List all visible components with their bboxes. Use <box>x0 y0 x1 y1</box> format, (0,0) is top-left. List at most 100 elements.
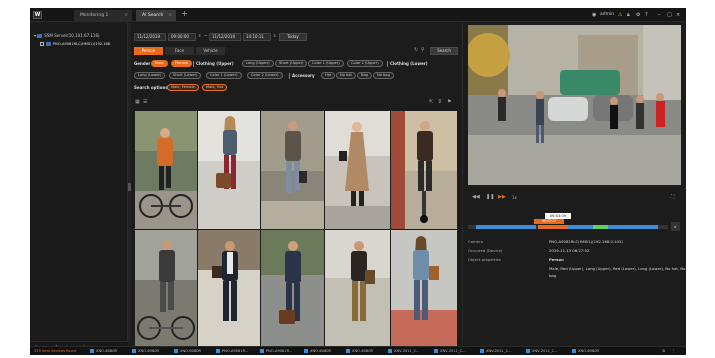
minimize-icon[interactable]: – <box>658 10 661 20</box>
device-checkbox[interactable] <box>40 42 44 46</box>
export-icon[interactable]: ⇱ <box>429 99 433 105</box>
spinner-icon[interactable]: ⇕ <box>198 33 201 38</box>
result-thumb-2[interactable] <box>198 111 260 229</box>
close-tab-icon[interactable]: × <box>168 10 172 21</box>
detail-panel: ◀◀ ❚❚ ▶▶ 1x ⛶ 06:03:09 08:43:22 ▸ Camera… <box>462 23 686 341</box>
spinner-icon[interactable]: ⇕ <box>273 33 276 38</box>
close-tab-icon[interactable]: × <box>124 10 128 21</box>
from-time-input[interactable]: 09:00:00 <box>168 33 196 41</box>
results-grid <box>135 111 457 351</box>
result-thumb-4[interactable] <box>325 111 390 229</box>
thumbnail-image <box>135 111 197 229</box>
long-upper-chip[interactable]: Long (Upper) <box>242 60 274 67</box>
video-frame <box>468 25 681 185</box>
server-label: SSM Server(10.101.67.116) <box>44 33 100 38</box>
result-thumb-7[interactable] <box>198 230 260 351</box>
result-thumb-1[interactable] <box>135 111 197 229</box>
option-chip-male-hat[interactable]: Male, Hat <box>202 84 228 91</box>
divider <box>387 61 388 67</box>
long-lower-chip[interactable]: Long (Lower) <box>134 72 166 79</box>
search-settings-icon[interactable]: ⚲ <box>421 47 425 53</box>
tab-monitoring[interactable]: Monitoring 1 × <box>74 10 132 21</box>
thumbnail-image <box>325 111 390 229</box>
color1-lower-chip[interactable]: Color 1 (Lower) <box>206 72 242 79</box>
status-item[interactable]: PNO-A9081R... <box>260 348 292 354</box>
status-item[interactable]: XNO-6080R <box>132 348 159 354</box>
status-item[interactable]: XNV-2011_C... <box>526 348 558 354</box>
camera-icon <box>216 349 220 353</box>
status-bar: 359 item devices found XNO-6080R XNO-608… <box>30 346 686 355</box>
short-upper-chip[interactable]: Short (Upper) <box>275 60 308 67</box>
fullscreen-icon[interactable]: ⛶ <box>671 194 675 200</box>
status-item[interactable]: XNO-6080R <box>90 348 117 354</box>
result-thumb-5[interactable] <box>391 111 457 229</box>
result-thumb-3[interactable] <box>261 111 324 229</box>
gender-male-chip[interactable]: Male <box>151 60 168 67</box>
status-item[interactable]: XNV-2011_C... <box>434 348 466 354</box>
status-item[interactable]: PNO-A9081R... <box>216 348 248 354</box>
more-icon[interactable]: ⋮ <box>672 348 676 354</box>
status-item-label: XNO-6080R <box>180 349 202 353</box>
status-item[interactable]: XNV-2011_C... <box>388 348 420 354</box>
short-lower-chip[interactable]: Short (Lower) <box>169 72 202 79</box>
to-date-input[interactable]: 11/12/2019 <box>209 33 241 41</box>
lock-icon[interactable]: 🔒︎ <box>627 10 630 20</box>
add-tab-icon[interactable]: + <box>181 9 188 18</box>
status-item[interactable]: XNO-6080R <box>304 348 331 354</box>
tab-ai-search[interactable]: AI Search × <box>136 10 176 21</box>
color1-upper-chip[interactable]: Color 1 (Upper) <box>308 60 344 67</box>
help-icon[interactable]: ? <box>645 10 648 20</box>
category-person[interactable]: Person <box>134 47 163 55</box>
result-thumb-6[interactable] <box>135 230 197 351</box>
search-button[interactable]: Search <box>430 47 458 55</box>
grid-view-icon[interactable]: ▦ <box>135 99 140 105</box>
close-icon[interactable]: × <box>676 10 680 20</box>
list-view-icon[interactable]: ☰ <box>143 99 147 105</box>
video-player[interactable] <box>468 25 681 185</box>
category-face[interactable]: Face <box>165 47 194 55</box>
color2-upper-chip[interactable]: Color 2 (Upper) <box>347 60 383 67</box>
refresh-icon[interactable]: ↻ <box>414 47 418 53</box>
no-hat-chip[interactable]: No hat <box>336 72 356 79</box>
status-item[interactable]: XNO-6080R <box>572 348 599 354</box>
settings-icon[interactable]: ⚙ <box>636 10 640 20</box>
fast-forward-icon[interactable]: ▶▶ <box>498 194 506 200</box>
timeline-next-icon[interactable]: ▸ <box>671 222 680 231</box>
category-vehicle[interactable]: Vehicle <box>196 47 225 55</box>
thumbnail-image <box>261 111 324 229</box>
playback-timeline[interactable]: 06:03:09 08:43:22 ▸ <box>468 213 681 231</box>
alarm-icon[interactable]: ⚠ <box>618 10 622 20</box>
settings-icon[interactable]: ⚙ <box>662 348 665 354</box>
user-icon[interactable]: ◉ <box>592 10 596 20</box>
rewind-icon[interactable]: ◀◀ <box>472 194 480 200</box>
color2-lower-chip[interactable]: Color 2 (Lower) <box>247 72 283 79</box>
search-options-label: Search options: <box>134 85 170 90</box>
gender-female-chip[interactable]: Female <box>171 60 192 67</box>
hat-chip[interactable]: Hat <box>321 72 336 79</box>
bag-chip[interactable]: Bag <box>357 72 372 79</box>
pause-icon[interactable]: ❚❚ <box>486 194 494 200</box>
tree-server[interactable]: ▾ SSM Server(10.101.67.116) <box>34 33 100 38</box>
filter-icon[interactable]: ⊽ <box>438 99 442 105</box>
app-logo: W <box>33 11 42 19</box>
camera-icon <box>346 349 350 353</box>
option-chip-male-female[interactable]: Male, Female <box>167 84 199 91</box>
maximize-icon[interactable]: □ <box>667 10 672 20</box>
no-bag-chip[interactable]: No bag <box>373 72 394 79</box>
result-thumb-10[interactable] <box>391 230 457 351</box>
occurred-value: 2019-11-13 06:27:52 <box>549 248 590 253</box>
status-item[interactable]: XNV-2011_C... <box>480 348 512 354</box>
to-time-input[interactable]: 14:10:11 <box>243 33 271 41</box>
status-item[interactable]: XNO-6080R <box>346 348 373 354</box>
speed-label[interactable]: 1x <box>512 195 517 200</box>
bookmark-icon[interactable]: ⚑ <box>447 99 451 105</box>
status-item[interactable]: XNO-6080R <box>174 348 201 354</box>
from-date-input[interactable]: 11/12/2019 <box>134 33 166 41</box>
today-button[interactable]: Today <box>279 33 307 41</box>
device-tree-panel: ▾ SSM Server(10.101.67.116) PNO-A9081RLC… <box>30 23 128 341</box>
status-item-label: XNV-2011_C... <box>440 349 466 353</box>
user-name: admin <box>600 12 615 17</box>
result-thumb-9[interactable] <box>325 230 390 351</box>
tree-device[interactable]: PNO-A9081RLC(HM01)(192.168 <box>40 42 110 46</box>
result-thumb-8[interactable] <box>261 230 324 351</box>
